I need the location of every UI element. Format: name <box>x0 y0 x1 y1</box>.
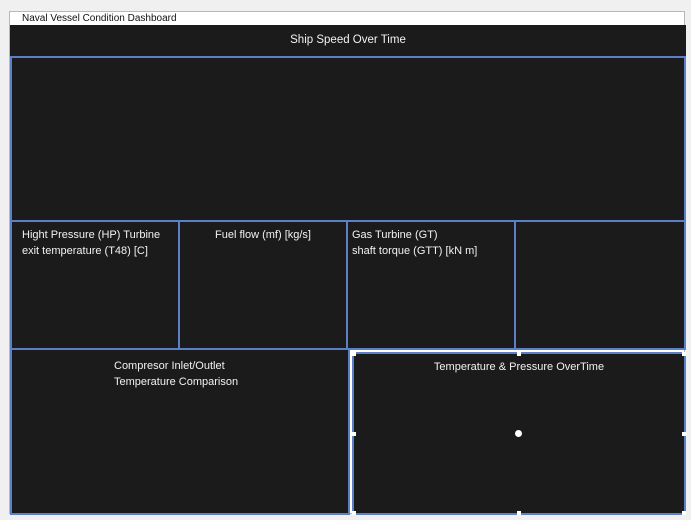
gas-turbine-title-line2: shaft torque (GTT) [kN m] <box>352 245 478 257</box>
resize-handle-top-middle[interactable] <box>517 352 521 356</box>
ship-speed-chart-panel[interactable] <box>10 56 686 222</box>
fuel-flow-title: Fuel flow (mf) [kg/s] <box>215 229 311 241</box>
gas-turbine-title-line1: Gas Turbine (GT) <box>352 229 438 241</box>
temp-pressure-panel[interactable]: Temperature & Pressure OverTime <box>352 352 686 515</box>
window-title: Naval Vessel Condition Dashboard <box>10 12 684 25</box>
resize-handle-bottom-middle[interactable] <box>517 511 521 515</box>
compressor-comparison-panel[interactable]: Compresor Inlet/Outlet Temperature Compa… <box>10 348 350 515</box>
hp-turbine-card[interactable]: Hight Pressure (HP) Turbine exit tempera… <box>10 220 180 350</box>
resize-handle-top-left[interactable] <box>352 352 356 356</box>
compressor-title-line2: Temperature Comparison <box>114 376 239 388</box>
resize-handle-middle-left[interactable] <box>352 432 356 436</box>
resize-handle-bottom-right[interactable] <box>682 511 686 515</box>
resize-handle-top-right[interactable] <box>682 352 686 356</box>
ship-speed-header[interactable]: Ship Speed Over Time <box>10 25 686 56</box>
temp-pressure-title: Temperature & Pressure OverTime <box>433 361 605 373</box>
selection-center-handle[interactable] <box>515 430 522 437</box>
resize-handle-middle-right[interactable] <box>682 432 686 436</box>
fuel-flow-card[interactable]: Fuel flow (mf) [kg/s] <box>178 220 348 350</box>
dashboard-window: Naval Vessel Condition Dashboard Ship Sp… <box>9 11 686 515</box>
gas-turbine-card[interactable]: Gas Turbine (GT) shaft torque (GTT) [kN … <box>346 220 516 350</box>
ship-speed-title: Ship Speed Over Time <box>290 34 406 46</box>
hp-turbine-title-line2: exit temperature (T48) [C] <box>22 245 148 257</box>
hp-turbine-title-line1: Hight Pressure (HP) Turbine <box>22 229 161 241</box>
resize-handle-bottom-left[interactable] <box>352 511 356 515</box>
compressor-title-line1: Compresor Inlet/Outlet <box>114 360 225 372</box>
empty-card[interactable] <box>514 220 686 350</box>
